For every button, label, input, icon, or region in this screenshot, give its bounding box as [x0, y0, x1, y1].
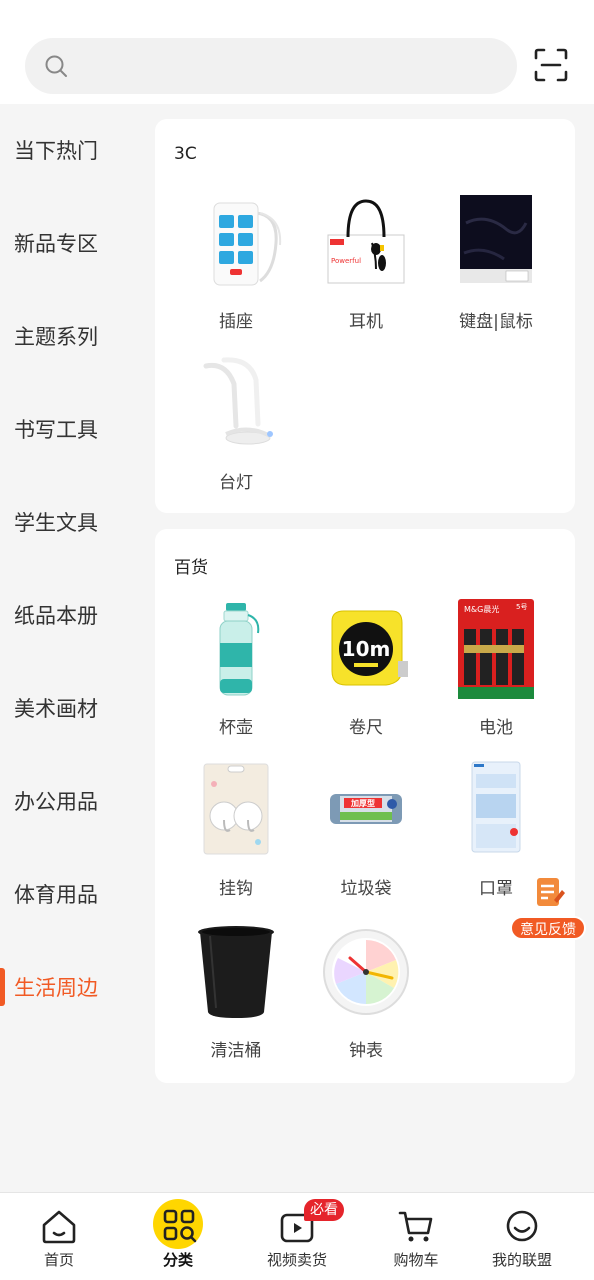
product-name: 杯壶 — [219, 718, 253, 738]
tab-label: 我的联盟 — [491, 1251, 552, 1269]
feedback-button[interactable]: 意见反馈 — [510, 870, 586, 942]
tab-label: 购物车 — [393, 1251, 439, 1269]
product-item[interactable]: 10m 卷尺 — [306, 599, 426, 738]
product-item[interactable]: 清洁桶 — [176, 922, 296, 1061]
feedback-icon — [525, 871, 571, 917]
search-input[interactable] — [25, 38, 517, 94]
category-icon — [163, 1209, 197, 1243]
smile-icon — [506, 1210, 538, 1242]
product-name: 台灯 — [219, 473, 253, 493]
clock-image — [323, 929, 409, 1015]
tab-category[interactable]: 分类 — [123, 1193, 233, 1280]
product-item[interactable]: 钟表 — [306, 922, 426, 1061]
trash-bag-label-text: 加厚型 — [350, 798, 375, 808]
sidebar-item-paper[interactable]: 纸品本册 — [0, 585, 140, 645]
tab-label: 首页 — [43, 1251, 74, 1269]
sidebar-item-sports[interactable]: 体育用品 — [0, 864, 140, 924]
sidebar-item-living[interactable]: 生活周边 — [0, 957, 140, 1017]
tab-label: 分类 — [162, 1251, 193, 1269]
product-item[interactable]: 加厚型 垃圾袋 — [306, 760, 426, 899]
product-item[interactable]: 挂钩 — [176, 760, 296, 899]
product-item[interactable]: 插座 — [176, 193, 296, 332]
power-strip-image — [213, 202, 282, 286]
sidebar-item-themes[interactable]: 主题系列 — [0, 306, 140, 366]
section-card-general: 百货 杯壶 10m 卷尺 M&G晨光 5号 电池 挂钩 加厚型 垃圾袋 口罩 清… — [155, 529, 575, 1083]
section-title: 百货 — [174, 558, 208, 578]
tape-label-text: 10m — [342, 637, 391, 661]
tab-home[interactable]: 首页 — [4, 1193, 114, 1280]
waste-bin-image — [198, 926, 274, 1018]
sidebar-item-art[interactable]: 美术画材 — [0, 678, 140, 738]
battery-brand-text: M&G晨光 — [464, 604, 499, 614]
sidebar-item-student[interactable]: 学生文具 — [0, 492, 140, 552]
section-title: 3C — [174, 144, 197, 164]
water-bottle-image — [219, 603, 260, 696]
earphone-brand-text: Powerful — [331, 257, 361, 265]
tab-label: 视频卖货 — [266, 1251, 327, 1269]
product-item[interactable]: 键盘|鼠标 — [436, 193, 556, 332]
tab-my-alliance[interactable]: 我的联盟 — [467, 1193, 577, 1280]
battery-size-text: 5号 — [516, 603, 527, 611]
tab-cart[interactable]: 购物车 — [361, 1193, 471, 1280]
product-item[interactable]: 台灯 — [176, 354, 296, 493]
battery-pack-image: M&G晨光 5号 — [458, 599, 534, 699]
scan-icon[interactable] — [534, 48, 568, 82]
tab-video-sales[interactable]: 必看 视频卖货 — [242, 1193, 352, 1280]
product-name: 耳机 — [349, 312, 383, 332]
video-hot-badge: 必看 — [304, 1199, 344, 1221]
product-name: 垃圾袋 — [340, 879, 392, 899]
sidebar-item-office[interactable]: 办公用品 — [0, 771, 140, 831]
sidebar-item-new[interactable]: 新品专区 — [0, 213, 140, 273]
home-icon — [42, 1210, 76, 1244]
mask-pack-image — [471, 761, 521, 853]
product-name: 插座 — [219, 312, 253, 332]
top-bar — [0, 0, 594, 104]
tape-measure-image: 10m — [331, 610, 408, 686]
product-name: 钟表 — [349, 1041, 383, 1061]
product-name: 卷尺 — [349, 718, 383, 738]
mouse-pad-image — [460, 195, 532, 283]
product-name: 电池 — [479, 718, 513, 738]
category-sidebar: 当下热门 新品专区 主题系列 书写工具 学生文具 纸品本册 美术画材 办公用品 … — [0, 104, 140, 1192]
hooks-image — [203, 763, 269, 855]
product-item[interactable]: 杯壶 — [176, 599, 296, 738]
desk-lamp-image — [203, 357, 273, 445]
product-name: 清洁桶 — [210, 1041, 262, 1061]
cart-icon — [398, 1211, 433, 1242]
product-item[interactable]: Powerful 耳机 — [306, 193, 426, 332]
product-name: 挂钩 — [219, 879, 253, 899]
sidebar-item-writing[interactable]: 书写工具 — [0, 399, 140, 459]
trash-bag-roll-image: 加厚型 — [330, 794, 402, 824]
section-card-3c: 3C 插座 Powerful 耳机 键盘|鼠标 台灯 — [155, 119, 575, 513]
bottom-tab-bar: 首页 分类 必看 视频卖货 购物车 我的联盟 — [0, 1192, 594, 1280]
search-icon — [45, 55, 67, 77]
feedback-label: 意见反馈 — [510, 916, 586, 940]
sidebar-item-hot[interactable]: 当下热门 — [0, 120, 140, 180]
product-name: 键盘|鼠标 — [459, 312, 533, 332]
product-item[interactable]: M&G晨光 5号 电池 — [436, 599, 556, 738]
earphones-image: Powerful — [327, 199, 405, 284]
